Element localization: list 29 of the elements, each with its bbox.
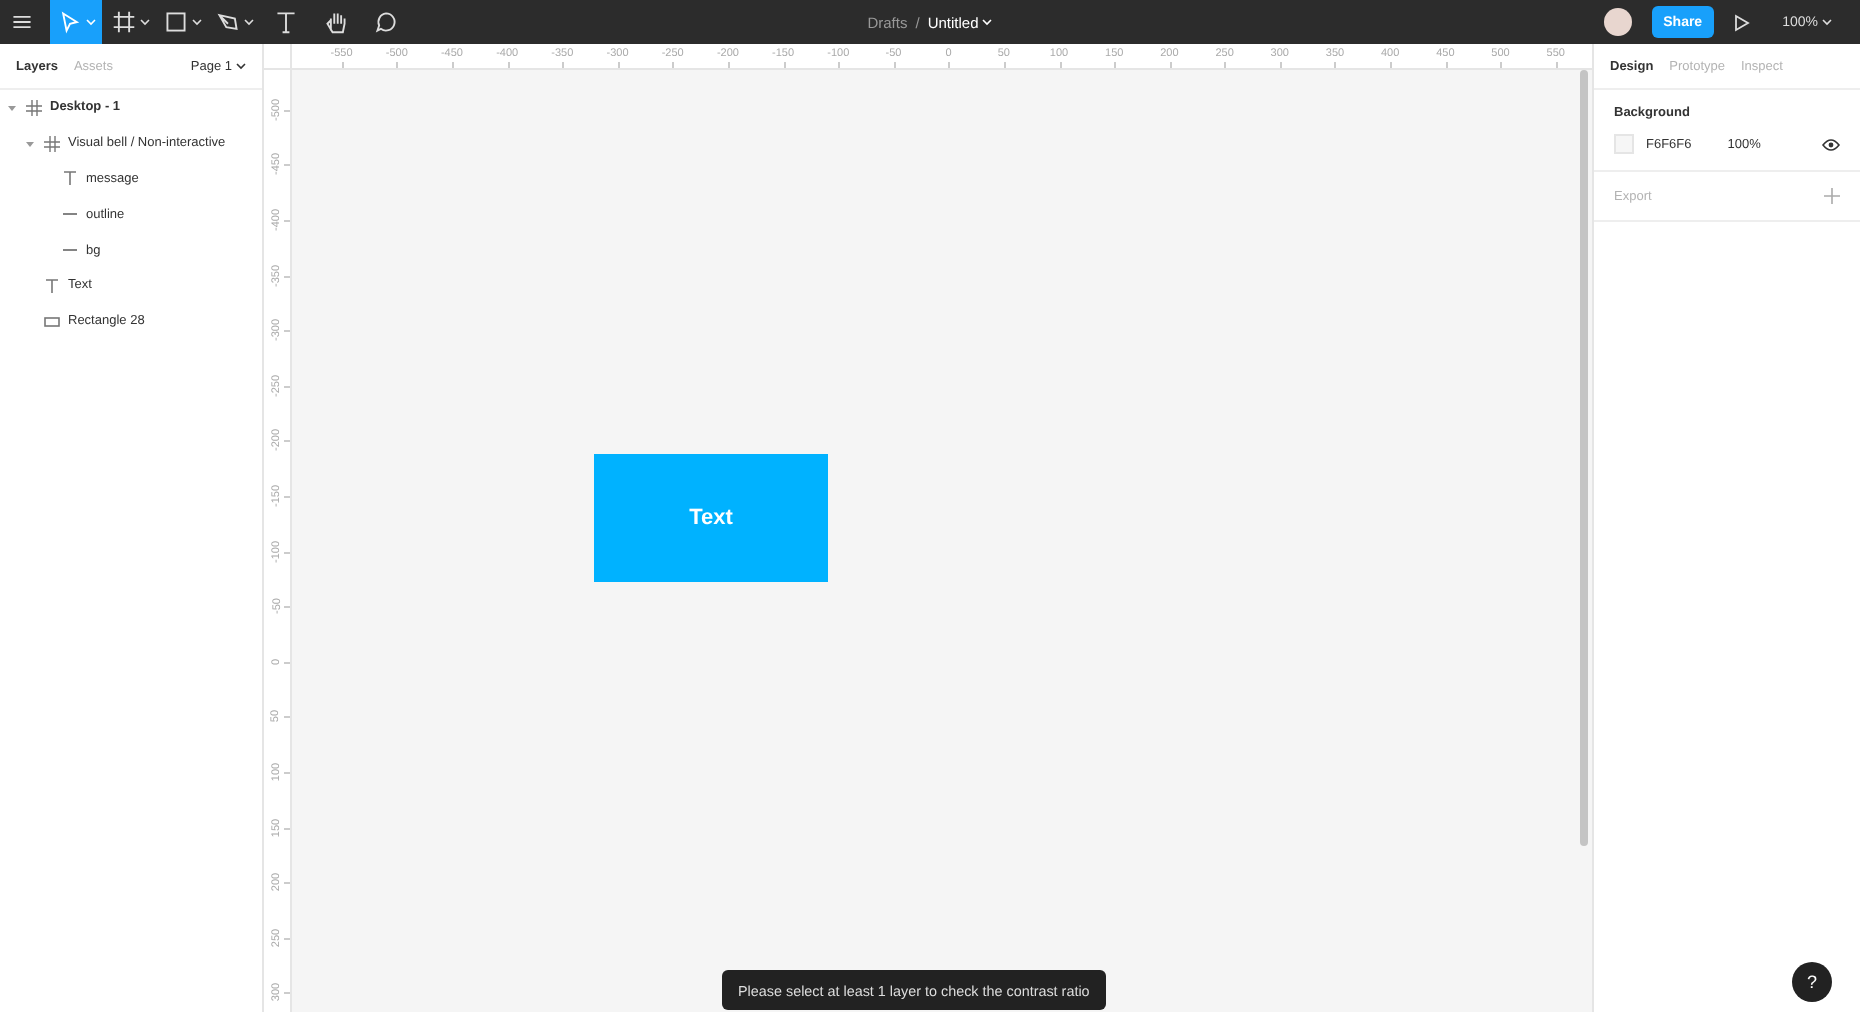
frame-icon — [44, 135, 60, 152]
rectangle-text: Text — [689, 506, 733, 530]
caret-icon — [140, 18, 150, 26]
play-icon[interactable] — [1734, 13, 1751, 31]
caret-icon — [236, 62, 246, 70]
color-swatch[interactable] — [1614, 134, 1634, 154]
hand-icon — [324, 10, 348, 34]
caret-icon — [85, 18, 95, 26]
pen-icon — [216, 10, 240, 34]
frame-icon — [112, 10, 136, 34]
frame-icon — [26, 99, 42, 116]
menu-icon — [10, 10, 34, 34]
help-button[interactable]: ? — [1792, 962, 1832, 1002]
disclosure-icon[interactable] — [24, 137, 36, 150]
caret-icon — [982, 18, 993, 26]
user-avatar[interactable] — [1603, 8, 1632, 36]
eye-icon[interactable] — [1822, 137, 1840, 151]
caret-icon — [192, 18, 202, 26]
cursor-icon — [57, 10, 81, 34]
caret-icon — [1822, 18, 1832, 26]
rectangle-icon — [44, 313, 60, 330]
caret-icon — [244, 18, 254, 26]
rectangle-icon — [164, 10, 188, 34]
text-icon — [62, 170, 78, 187]
text-icon — [44, 277, 60, 294]
disclosure-icon[interactable] — [6, 101, 18, 114]
scrollbar[interactable] — [1580, 70, 1588, 846]
text-icon — [274, 10, 298, 34]
comment-icon — [374, 10, 398, 34]
